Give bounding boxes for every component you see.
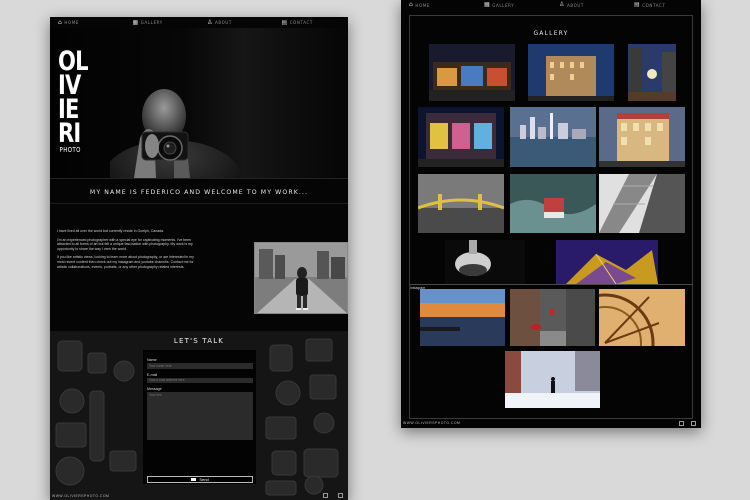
section-rule [409,284,693,285]
gallery-photo[interactable] [599,174,685,233]
youtube-icon[interactable] [338,493,343,498]
gallery-icon: ▦ [484,1,491,8]
nav-about-label: About [214,20,232,25]
instagram-icon[interactable] [679,421,684,426]
home-icon: ⌂ [409,1,414,8]
person-icon: ♙ [559,1,565,8]
message-textarea[interactable] [147,392,253,440]
nav-home-label: Home [64,20,79,25]
send-label: Send [199,477,209,482]
about-paragraph-3: If you like artistic views, looking to l… [57,255,194,269]
site-logo[interactable]: OL IV IE RI PHOTO [58,48,89,154]
gallery-photo[interactable] [418,107,504,167]
chat-icon: ▤ [281,18,288,26]
logo-subtitle: PHOTO [59,146,81,154]
nav-about-label: About [566,2,584,8]
footer-domain: www.oliviersphoto.com [403,421,461,425]
hero-banner: OL IV IE RI PHOTO [50,28,348,178]
gallery-photo[interactable] [599,107,685,167]
gallery-photo[interactable] [528,44,614,101]
email-label: E-mail [147,372,158,377]
nav-home[interactable]: ⌂ Home [401,2,476,8]
welcome-heading: My name is Federico and welcome to my wo… [89,189,309,196]
gallery-photo[interactable] [418,174,504,233]
gallery-photo[interactable] [556,240,658,284]
mail-icon [191,477,197,482]
person-icon: ♙ [207,18,213,26]
nav-home[interactable]: ⌂ Home [50,18,125,26]
gallery-page-preview: ⌂ Home ▦ Gallery ♙ About ▤ Contact Gallery [401,0,701,428]
footer-domain: www.oliviersphoto.com [52,494,110,498]
welcome-divider [50,203,348,204]
youtube-icon[interactable] [691,421,696,426]
gallery-photo[interactable] [429,44,515,101]
name-input[interactable] [147,363,253,369]
nav-contact[interactable]: ▤ Contact [626,2,701,8]
nav-gallery-label: Gallery [140,20,163,25]
about-paragraph-2: I'm an experienced photographer with a s… [57,237,193,251]
gallery-photo[interactable] [420,289,505,346]
gallery-icon: ▦ [132,18,139,26]
contact-section: Let's Talk Name E-mail Message Send www.… [50,331,348,500]
nav-home-label: Home [415,2,430,8]
top-nav-gallery: ⌂ Home ▦ Gallery ♙ About ▤ Contact [401,0,701,10]
email-input[interactable] [147,377,253,383]
gallery-photo[interactable] [510,289,595,346]
gallery-photo[interactable] [628,44,676,101]
nav-contact[interactable]: ▤ Contact [274,18,349,26]
gallery-photo[interactable] [510,174,596,233]
nav-gallery[interactable]: ▦ Gallery [476,2,551,8]
hero-divider [50,178,348,179]
nav-contact-label: Contact [642,2,666,8]
name-label: Name [147,358,157,362]
nav-gallery-label: Gallery [492,2,515,8]
nav-contact-label: Contact [289,20,313,25]
nav-gallery[interactable]: ▦ Gallery [125,18,200,26]
home-icon: ⌂ [58,18,63,26]
gallery-title: Gallery [533,30,569,37]
gallery-photo[interactable] [505,351,600,408]
about-text: I have lived all over the world but curr… [57,229,197,273]
photographer-portrait [110,89,242,178]
chat-icon: ▤ [634,1,641,8]
instagram-icon[interactable] [323,493,328,498]
gallery-photo[interactable] [510,107,596,167]
send-button[interactable]: Send [147,476,253,483]
contact-form: Name E-mail Message Send [143,350,256,484]
about-photo [254,242,348,314]
gallery-photo[interactable] [445,240,525,284]
top-nav: ⌂ Home ▦ Gallery ♙ About ▤ Contact [50,17,348,28]
contact-title: Let's Talk [173,337,225,345]
about-paragraph-1: I have lived all over the world but curr… [57,229,165,233]
gallery-photo[interactable] [599,289,685,346]
message-label: Message [147,387,162,391]
nav-about[interactable]: ♙ About [199,18,274,26]
logo-line-4: RI [58,118,81,149]
home-page-preview: ⌂ Home ▦ Gallery ♙ About ▤ Contact OL IV IE … [50,17,348,500]
nav-about[interactable]: ♙ About [551,2,626,8]
